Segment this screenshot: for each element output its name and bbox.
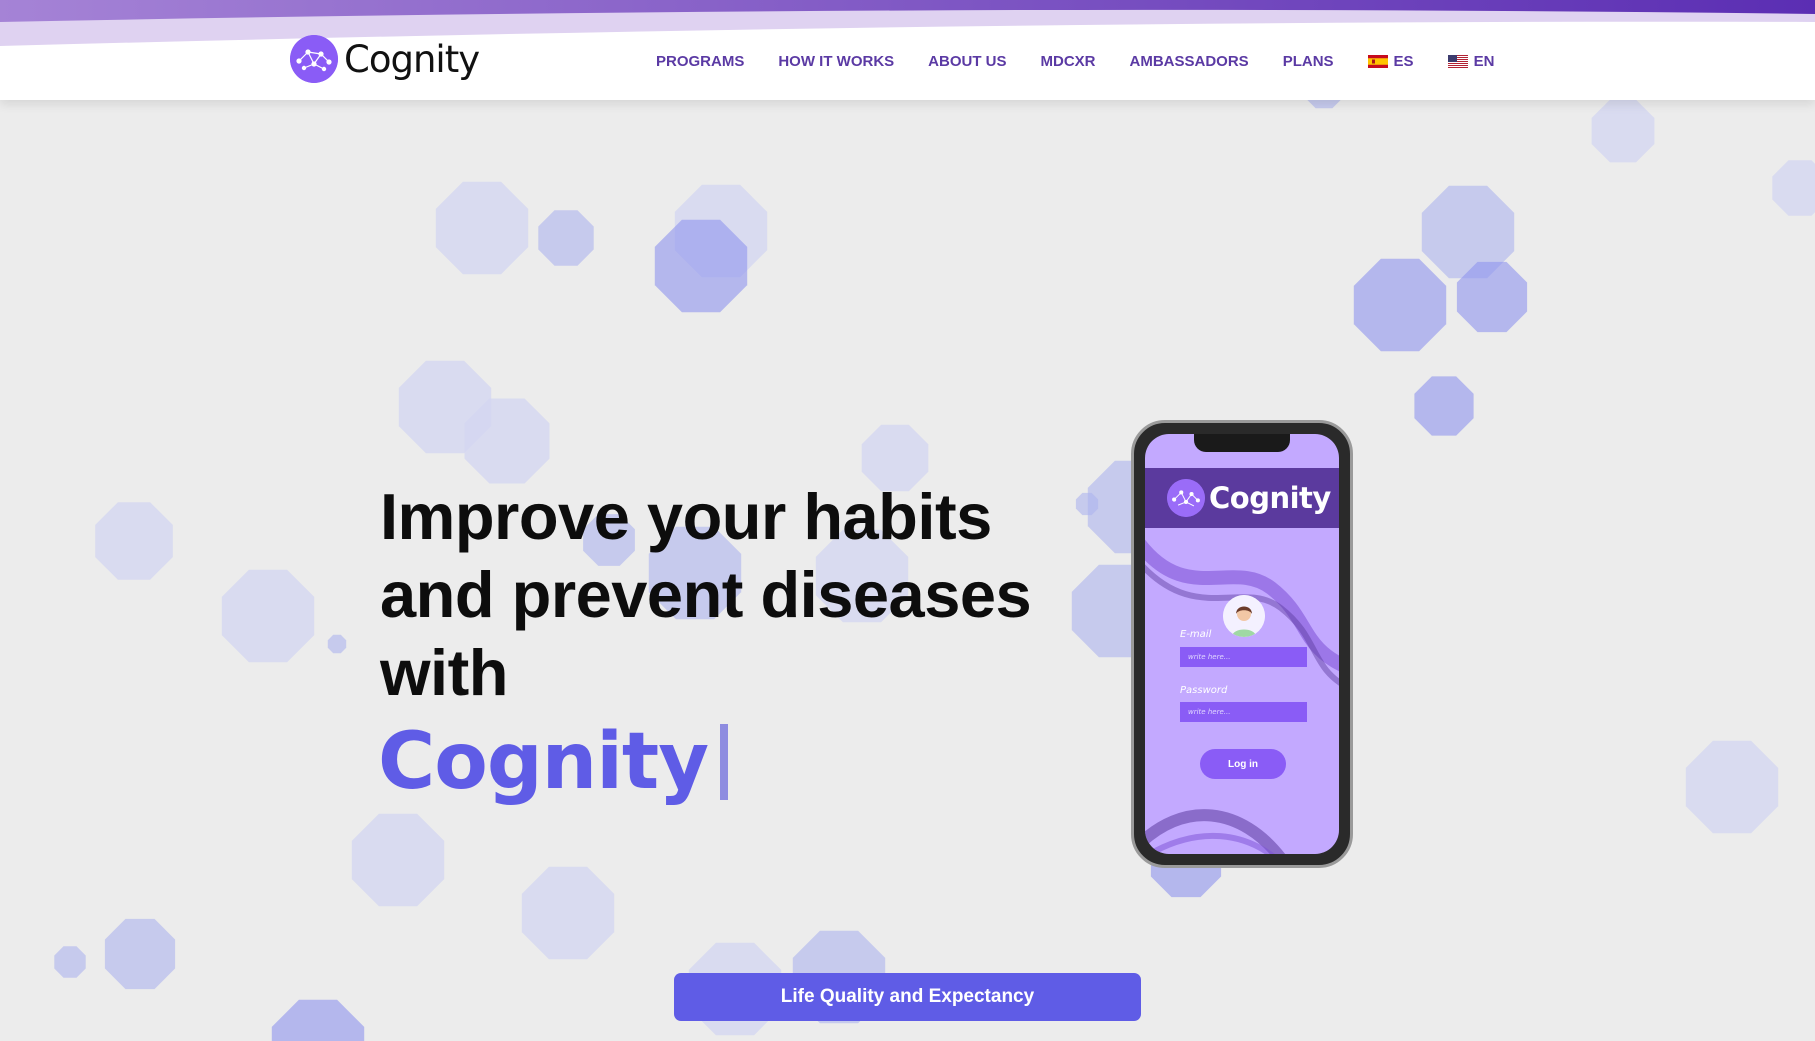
background-octagon xyxy=(271,999,365,1041)
life-quality-button[interactable]: Life Quality and Expectancy xyxy=(674,973,1141,1021)
main-nav: PROGRAMS HOW IT WORKS ABOUT US MDCXR AMB… xyxy=(656,50,1528,72)
background-octagon xyxy=(1414,376,1474,436)
phone-app-header: Cognity xyxy=(1145,468,1339,528)
typing-caret xyxy=(720,724,729,800)
password-label: Password xyxy=(1180,685,1228,696)
brand-logo[interactable]: Cognity xyxy=(290,35,480,83)
background-octagon xyxy=(351,813,445,907)
site-header: Cognity PROGRAMS HOW IT WORKS ABOUT US M… xyxy=(0,0,1815,100)
nav-item-plans[interactable]: PLANS xyxy=(1283,53,1334,70)
nav-item-mdcxr[interactable]: MDCXR xyxy=(1041,53,1096,70)
background-octagon xyxy=(654,219,748,313)
hero-heading-line-3: with xyxy=(380,636,508,709)
us-flag-icon xyxy=(1447,54,1468,68)
background-octagon xyxy=(221,569,315,663)
background-octagon xyxy=(435,181,529,275)
background-octagon xyxy=(1685,740,1779,834)
phone-app-name: Cognity xyxy=(1209,481,1331,515)
language-label-en: EN xyxy=(1473,52,1495,70)
email-label: E-mail xyxy=(1180,629,1212,640)
hero-heading-line-2: and prevent diseases xyxy=(380,558,1032,631)
nav-item-about-us[interactable]: ABOUT US xyxy=(928,53,1006,70)
phone-wave-decoration xyxy=(1145,539,1339,854)
email-field[interactable] xyxy=(1180,647,1307,667)
phone-mockup: Cognity E-mail Password Log in xyxy=(1131,420,1353,868)
hero-brand-word: Cognity xyxy=(378,717,709,807)
brand-name: Cognity xyxy=(344,37,480,81)
password-field[interactable] xyxy=(1180,702,1307,722)
user-avatar-icon xyxy=(1223,595,1265,637)
background-octagon xyxy=(54,946,86,978)
language-switch-es[interactable]: ES xyxy=(1367,52,1414,70)
constellation-logo-icon xyxy=(1167,479,1205,517)
background-octagon xyxy=(1591,99,1655,163)
hero-typed-brand: Cognity xyxy=(378,712,729,812)
hero-heading-line-1: Improve your habits xyxy=(380,480,992,553)
background-octagon xyxy=(95,502,173,580)
header-wave-decoration xyxy=(0,0,1815,46)
constellation-logo-icon xyxy=(290,35,338,83)
spain-flag-icon xyxy=(1367,54,1388,68)
phone-notch xyxy=(1194,434,1290,452)
background-octagon xyxy=(538,210,594,266)
background-octagon xyxy=(104,918,176,990)
background-octagon xyxy=(327,634,347,654)
background-octagon xyxy=(1075,492,1099,516)
login-button[interactable]: Log in xyxy=(1200,749,1286,779)
background-octagon xyxy=(1456,261,1528,333)
background-octagon xyxy=(1353,258,1447,352)
hero-heading: Improve your habits and prevent diseases… xyxy=(380,478,1060,712)
nav-item-how-it-works[interactable]: HOW IT WORKS xyxy=(778,53,894,70)
nav-item-programs[interactable]: PROGRAMS xyxy=(656,53,744,70)
background-octagon xyxy=(521,866,615,960)
phone-screen: Cognity E-mail Password Log in xyxy=(1145,434,1339,854)
background-octagon xyxy=(464,398,550,484)
nav-item-ambassadors[interactable]: AMBASSADORS xyxy=(1130,53,1249,70)
language-switch-en[interactable]: EN xyxy=(1447,52,1495,70)
language-label-es: ES xyxy=(1393,52,1414,70)
background-octagon xyxy=(1772,160,1815,216)
